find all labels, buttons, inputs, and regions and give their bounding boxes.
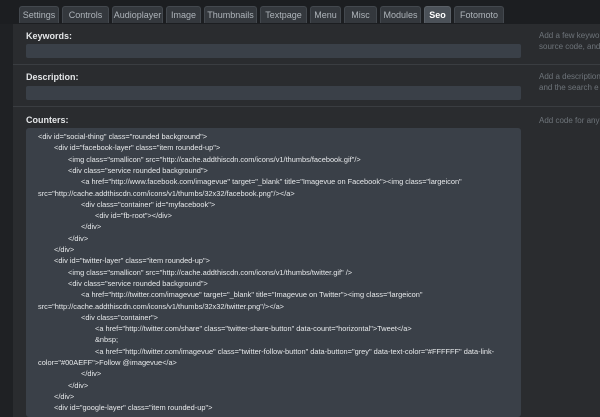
code-line: </div>: [54, 245, 75, 254]
counters-hint: Add code for any: [539, 116, 600, 125]
tab-bar: Settings Controls Audioplayer Image Thumbnai…: [0, 0, 600, 24]
counters-label: Counters:: [26, 115, 69, 125]
tab-menu[interactable]: Menu: [310, 6, 341, 23]
description-hint: Add a description and the search e: [539, 72, 600, 92]
code-line: <img class="smallicon" src="http://cache…: [68, 154, 361, 164]
code-line: <a href="http://twitter.com/share" class…: [95, 324, 412, 334]
description-input[interactable]: [26, 86, 521, 100]
code-line: </div>: [54, 391, 75, 401]
separator: [13, 106, 600, 107]
description-label: Description:: [26, 72, 79, 82]
tab-settings[interactable]: Settings: [19, 6, 59, 23]
counters-code-textarea[interactable]: <div id="social-thing" class="rounded ba…: [26, 128, 521, 417]
tab-image[interactable]: Image: [166, 6, 201, 23]
keywords-hint: Add a few keywor source code, and: [539, 31, 600, 51]
code-line: <div id="facebook-layer" class="item rou…: [54, 143, 221, 153]
code-line: <div id="twitter-layer" class="item roun…: [54, 256, 210, 266]
keywords-input[interactable]: [26, 44, 521, 58]
code-line: color="#00AEFF">Follow @imagevue</a>: [38, 358, 177, 367]
code-line: <a href="http://twitter.com/imagevue" cl…: [95, 346, 495, 356]
code-line: <div class="service rounded background">: [68, 278, 208, 288]
separator: [13, 64, 600, 65]
code-line: src="http://cache.addthiscdn.com/icons/v…: [38, 188, 295, 198]
code-line: </div>: [68, 233, 89, 243]
code-line: </div>: [81, 369, 102, 379]
code-line: <div id="fb-root"></div>: [95, 211, 172, 221]
code-line: src="http://cache.addthiscdn.com/icons/v…: [38, 301, 284, 311]
tab-misc[interactable]: Misc: [344, 6, 377, 23]
code-line: </div>: [81, 222, 102, 232]
code-line: <a href="http://www.facebook.com/imagevu…: [81, 177, 462, 187]
code-line: <div id="google-layer" class="item round…: [54, 403, 213, 413]
tab-audioplayer[interactable]: Audioplayer: [112, 6, 163, 23]
tab-modules[interactable]: Modules: [380, 6, 421, 23]
code-line: <div class="container">: [81, 312, 158, 322]
tab-controls[interactable]: Controls: [62, 6, 109, 23]
code-line: <a href="http://twitter.com/imagevue" ta…: [81, 290, 423, 300]
keywords-label: Keywords:: [26, 31, 73, 41]
code-line: </div>: [68, 380, 89, 390]
code-line: <div id="social-thing" class="rounded ba…: [38, 132, 208, 141]
tab-thumbnails[interactable]: Thumbnails: [204, 6, 257, 23]
code-line: <img class="smallicon" src="http://cache…: [68, 267, 353, 277]
code-line: <div class="container" id="myfacebook">: [81, 199, 216, 209]
tab-fotomoto[interactable]: Fotomoto: [454, 6, 504, 23]
tab-seo[interactable]: Seo: [424, 6, 451, 23]
code-line: <div class="service rounded background">: [68, 165, 208, 175]
seo-settings-panel: Keywords: Add a few keywor source code, …: [13, 24, 600, 417]
code-line: &nbsp;: [95, 335, 119, 345]
tab-textpage[interactable]: Textpage: [260, 6, 307, 23]
